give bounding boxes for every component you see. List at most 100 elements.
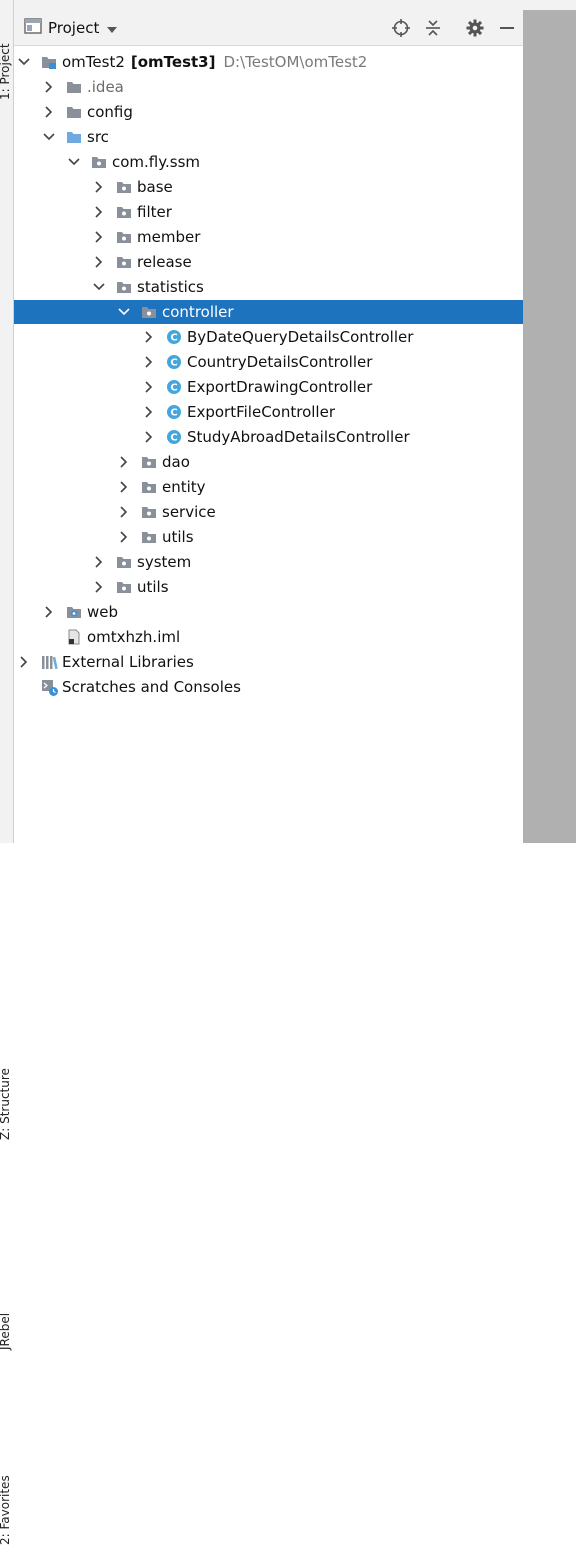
tree-node[interactable]: entity <box>14 475 523 499</box>
tree-node[interactable]: dao <box>14 450 523 474</box>
tree-node[interactable]: omtxhzh.iml <box>14 625 523 649</box>
svg-text:C: C <box>170 433 177 444</box>
collapse-arrow[interactable] <box>91 229 107 245</box>
tree-node[interactable]: Scratches and Consoles <box>14 675 523 699</box>
structure-tool-tab-label: Z: Structure <box>0 1068 12 1140</box>
chevron-right-icon <box>145 331 153 343</box>
node-name: base <box>137 178 173 196</box>
collapse-arrow[interactable] <box>116 529 132 545</box>
tree-node-label: config <box>87 102 133 122</box>
tree-node[interactable]: com.fly.ssm <box>14 150 523 174</box>
collapse-arrow[interactable] <box>116 479 132 495</box>
collapse-arrow[interactable] <box>91 204 107 220</box>
tree-node[interactable]: .idea <box>14 75 523 99</box>
tree-node[interactable]: config <box>14 100 523 124</box>
tree-node[interactable]: statistics <box>14 275 523 299</box>
tree-node-label: web <box>87 602 118 622</box>
tree-node[interactable]: controller <box>14 300 523 324</box>
tree-node[interactable]: src <box>14 125 523 149</box>
collapse-arrow[interactable] <box>116 454 132 470</box>
minimize-icon <box>500 27 514 29</box>
node-name: controller <box>162 303 234 321</box>
tree-node[interactable]: External Libraries <box>14 650 523 674</box>
package-icon <box>116 229 132 245</box>
chevron-right-icon <box>145 381 153 393</box>
node-name: config <box>87 103 133 121</box>
tree-node-label: utils <box>137 577 169 597</box>
collapse-arrow[interactable] <box>41 79 57 95</box>
jrebel-tool-tab[interactable]: JRebel <box>0 650 14 1350</box>
node-name: dao <box>162 453 190 471</box>
expand-arrow[interactable] <box>116 304 132 320</box>
collapse-arrow[interactable] <box>41 104 57 120</box>
structure-tool-tab[interactable]: Z: Structure <box>0 530 14 1140</box>
tree-node[interactable]: omTest2 [omTest3] D:\TestOM\omTest2 <box>14 50 523 74</box>
package-icon <box>141 529 157 545</box>
chevron-right-icon <box>120 456 128 468</box>
tree-node[interactable]: utils <box>14 575 523 599</box>
node-name: ByDateQueryDetailsController <box>187 328 414 346</box>
node-name: utils <box>162 528 194 546</box>
chevron-right-icon <box>45 81 53 93</box>
tree-node-label: statistics <box>137 277 204 297</box>
module-folder-icon <box>41 54 57 70</box>
tree-node-label: utils <box>162 527 194 547</box>
locate-file-button[interactable] <box>391 18 411 38</box>
tree-node-label: entity <box>162 477 206 497</box>
svg-text:C: C <box>170 333 177 344</box>
tree-node[interactable]: release <box>14 250 523 274</box>
class-icon: C <box>166 379 182 395</box>
chevron-right-icon <box>45 106 53 118</box>
tree-node[interactable]: system <box>14 550 523 574</box>
collapse-arrow[interactable] <box>141 379 157 395</box>
tree-node[interactable]: base <box>14 175 523 199</box>
class-icon: C <box>166 354 182 370</box>
expand-arrow[interactable] <box>91 279 107 295</box>
node-name: member <box>137 228 201 246</box>
package-icon <box>116 204 132 220</box>
tree-node[interactable]: service <box>14 500 523 524</box>
chevron-right-icon <box>95 256 103 268</box>
favorites-tool-tab[interactable]: 2: Favorites <box>0 735 14 1545</box>
tree-node[interactable]: member <box>14 225 523 249</box>
collapse-arrow[interactable] <box>141 404 157 420</box>
expand-arrow[interactable] <box>66 154 82 170</box>
collapse-all-button[interactable] <box>423 18 443 38</box>
tree-node[interactable]: C ExportFileController <box>14 400 523 424</box>
tree-node-label: .idea <box>87 77 124 97</box>
tree-node[interactable]: web <box>14 600 523 624</box>
tree-node[interactable]: utils <box>14 525 523 549</box>
expand-arrow[interactable] <box>16 54 32 70</box>
tree-node-label: ExportFileController <box>187 402 335 422</box>
collapse-arrow[interactable] <box>16 654 32 670</box>
tree-node[interactable]: C CountryDetailsController <box>14 350 523 374</box>
collapse-arrow[interactable] <box>91 179 107 195</box>
tree-node[interactable]: filter <box>14 200 523 224</box>
collapse-arrow[interactable] <box>91 554 107 570</box>
node-name: StudyAbroadDetailsController <box>187 428 410 446</box>
chevron-right-icon <box>95 181 103 193</box>
hide-panel-button[interactable] <box>497 18 517 38</box>
top-strip <box>0 0 576 10</box>
collapse-arrow[interactable] <box>91 579 107 595</box>
expand-arrow[interactable] <box>41 129 57 145</box>
collapse-arrow[interactable] <box>141 354 157 370</box>
node-name: web <box>87 603 119 621</box>
collapse-arrow[interactable] <box>41 604 57 620</box>
tree-node[interactable]: C ExportDrawingController <box>14 375 523 399</box>
collapse-arrow[interactable] <box>91 254 107 270</box>
chevron-right-icon <box>20 656 28 668</box>
view-selector[interactable]: Project <box>24 17 118 39</box>
tree-node-label: ExportDrawingController <box>187 377 372 397</box>
tree-node[interactable]: C ByDateQueryDetailsController <box>14 325 523 349</box>
project-tool-tab[interactable]: 1: Project <box>0 0 14 110</box>
collapse-arrow[interactable] <box>141 429 157 445</box>
collapse-arrow[interactable] <box>141 329 157 345</box>
jrebel-tool-tab-label: JRebel <box>0 1312 12 1350</box>
tree-node[interactable]: C StudyAbroadDetailsController <box>14 425 523 449</box>
settings-button[interactable] <box>465 18 485 38</box>
collapse-arrow[interactable] <box>116 504 132 520</box>
node-name: system <box>137 553 192 571</box>
tree-node-label: release <box>137 252 192 272</box>
gear-icon <box>466 19 484 37</box>
